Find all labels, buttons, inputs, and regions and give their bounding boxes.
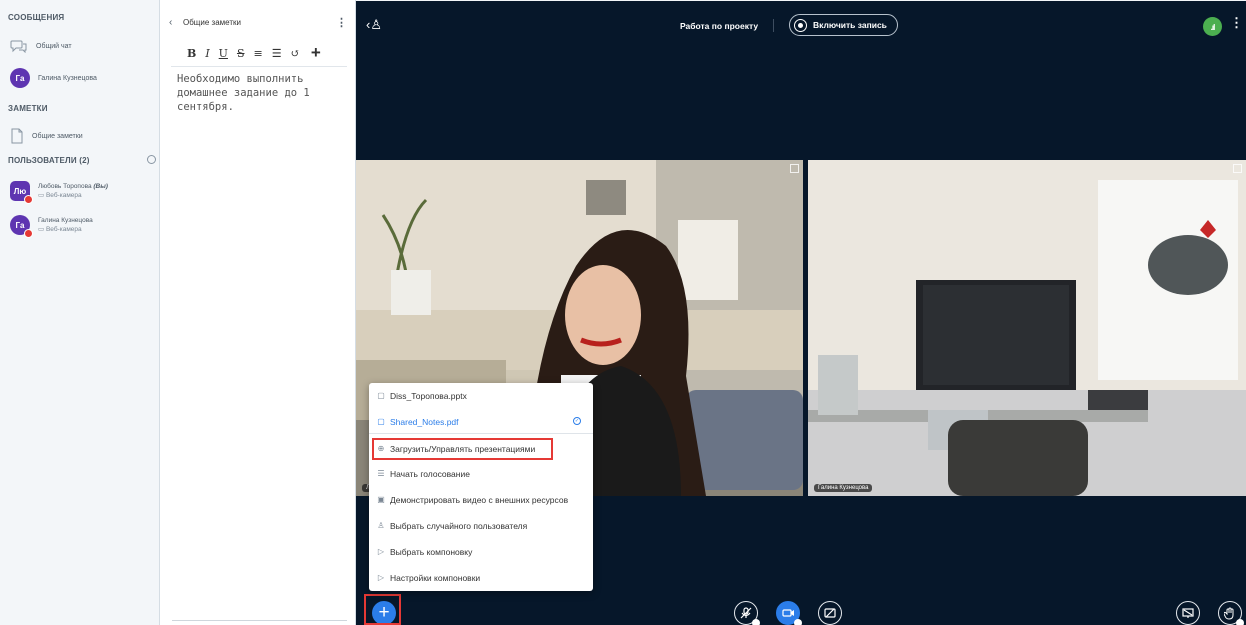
connection-status-icon[interactable]: .ıl [1203,17,1222,36]
menu-item-layout-settings[interactable]: ▷ Настройки компоновки [369,565,593,590]
user-status: Веб-камера [45,192,82,199]
user-icon: ♙ [377,521,385,530]
webcam-video: Галина Кузнецова [808,160,1246,496]
user-name: Галина Кузнецова [38,217,93,224]
camera-button[interactable] [776,601,802,625]
menu-item-presentation-pdf[interactable]: ▢ Shared_Notes.pdf ✓ [369,409,593,434]
menu-item-label: Выбрать компоновку [390,546,473,557]
bold-button[interactable]: B [187,47,196,60]
user-name: Любовь Торопова [38,183,92,190]
user-list-item[interactable]: Га Галина Кузнецова ▭ Веб-камера [10,210,153,240]
menu-item-random-user[interactable]: ♙ Выбрать случайного пользователя [369,513,593,538]
video-user-name: Галина Кузнецова [814,484,873,492]
share-screen-button[interactable] [818,601,842,625]
top-border [356,0,1246,1]
document-icon [11,128,23,144]
menu-item-presentation-pptx[interactable]: ▢ Diss_Торопова.pptx [369,383,593,408]
italic-button[interactable]: I [205,47,209,60]
screen-share-off-icon [824,608,836,618]
raise-hand-button[interactable] [1218,601,1244,625]
users-toggle-icon[interactable]: ‹♙ [366,17,382,33]
layout-icon: ▷ [377,547,385,556]
avatar-initials: Га [15,73,25,83]
meeting-title: Работа по проекту [680,21,759,31]
actions-menu: ▢ Diss_Торопова.pptx ▢ Shared_Notes.pdf … [369,383,593,591]
note-text[interactable]: Необходимо выполнить домашнее задание до… [177,72,342,114]
notes-toolbar: B I U S ≡ ☰ ↺ + [187,43,321,63]
notes-heading: ЗАМЕТКИ [8,104,48,113]
muted-microphone-icon [740,607,752,619]
fullscreen-icon[interactable] [790,164,799,173]
dropdown-indicator [1236,619,1244,625]
menu-item-label: Shared_Notes.pdf [390,416,459,427]
camera-icon [781,609,794,617]
title-divider [773,19,774,32]
sidebar-item-private-chat[interactable]: Га Галина Кузнецова [10,66,153,90]
shared-notes-label: Общие заметки [32,132,83,140]
add-button[interactable]: + [311,43,321,63]
more-options-icon[interactable]: ⋮ [336,16,347,29]
notes-scrollbar[interactable] [172,620,347,621]
underline-button[interactable]: U [219,47,228,60]
dropdown-indicator [752,619,760,625]
external-video-icon: ▣ [377,495,385,504]
avatar: Га [10,215,33,238]
presentation-toggle-button[interactable] [1176,601,1200,625]
messages-heading: СООБЩЕНИЯ [8,13,65,22]
public-chat-label: Общий чат [36,42,72,50]
highlight-frame [372,438,553,460]
strikethrough-button[interactable]: S [237,47,245,60]
avatar: Лю [10,181,33,204]
back-chevron-icon[interactable]: ‹ [169,17,179,28]
undo-button[interactable]: ↺ [291,47,300,60]
avatar-initials: Га [15,220,25,230]
record-label: Включить запись [813,20,887,30]
menu-item-choose-layout[interactable]: ▷ Выбрать компоновку [369,539,593,564]
users-heading: ПОЛЬЗОВАТЕЛИ (2) [8,156,90,165]
sidebar: СООБЩЕНИЯ Общий чат Га Галина Кузнецова … [0,0,160,625]
file-icon: ▢ [377,391,385,400]
presentation-icon [1182,608,1194,618]
fullscreen-icon[interactable] [1233,164,1242,173]
you-label: (Вы) [93,183,108,190]
more-options-icon[interactable]: ⋮ [1230,15,1243,31]
file-icon: ▢ [377,417,385,426]
menu-divider [369,433,593,434]
user-status: Веб-камера [45,226,82,233]
bullet-list-button[interactable]: ☰ [272,47,282,60]
menu-item-label: Настройки компоновки [390,572,481,583]
menu-item-external-video[interactable]: ▣ Демонстрировать видео с внешних ресурс… [369,487,593,512]
hand-icon [1224,607,1234,620]
toolbar-divider [171,66,347,67]
menu-item-label: Diss_Торопова.pptx [390,390,467,401]
ordered-list-button[interactable]: ≡ [254,47,263,60]
sidebar-item-shared-notes[interactable]: Общие заметки [10,124,153,148]
menu-item-start-poll[interactable]: ☰ Начать голосование [369,461,593,486]
webcam-video-image [808,160,1246,496]
chat-bubbles-icon [10,40,27,53]
highlight-frame [364,594,401,625]
webcam-status-dot [24,229,33,238]
menu-item-label: Выбрать случайного пользователя [390,520,528,531]
poll-icon: ☰ [377,469,385,478]
private-chat-label: Галина Кузнецова [38,74,97,82]
record-button[interactable]: Включить запись [789,14,898,36]
record-icon [794,18,807,32]
avatar-initials: Лю [13,186,27,196]
sidebar-item-public-chat[interactable]: Общий чат [10,34,153,58]
menu-item-label: Начать голосование [390,468,470,479]
layout-settings-icon: ▷ [377,573,385,582]
webcam-status-dot [24,195,33,204]
notes-title: Общие заметки [183,17,241,27]
avatar: Га [10,68,30,88]
shared-notes-panel: ‹ Общие заметки ⋮ B I U S ≡ ☰ ↺ + Необхо… [161,0,356,625]
user-list-item[interactable]: Лю Любовь Торопова (Вы) ▭ Веб-камера [10,176,153,206]
menu-item-label: Демонстрировать видео с внешних ресурсов [390,494,569,505]
microphone-button[interactable] [734,601,760,625]
dropdown-indicator [794,619,802,625]
check-icon: ✓ [573,417,581,425]
gear-icon[interactable] [147,155,156,164]
